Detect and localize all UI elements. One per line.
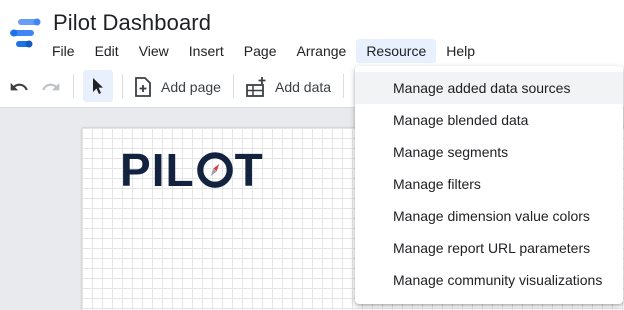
menu-page[interactable]: Page — [234, 39, 287, 63]
logo-letter: L — [165, 144, 195, 196]
select-tool-button[interactable] — [83, 70, 113, 102]
menu-option-manage-segments[interactable]: Manage segments — [355, 136, 623, 168]
add-page-label: Add page — [161, 79, 221, 95]
menu-view[interactable]: View — [129, 39, 179, 63]
menu-option-manage-dimension-colors[interactable]: Manage dimension value colors — [355, 200, 623, 232]
menu-file[interactable]: File — [42, 39, 85, 63]
menu-option-manage-url-parameters[interactable]: Manage report URL parameters — [355, 232, 623, 264]
menu-arrange[interactable]: Arrange — [287, 39, 357, 63]
menu-help[interactable]: Help — [436, 39, 485, 63]
menu-insert[interactable]: Insert — [179, 39, 234, 63]
add-data-button[interactable]: Add data — [245, 74, 331, 100]
resource-menu-dropdown: Manage added data sources Manage blended… — [355, 66, 623, 304]
add-page-icon — [135, 77, 151, 97]
redo-button[interactable] — [38, 74, 64, 100]
redo-icon — [42, 82, 60, 91]
menu-option-manage-data-sources[interactable]: Manage added data sources — [355, 72, 623, 104]
toolbar-divider — [233, 74, 234, 98]
add-data-icon — [246, 77, 266, 97]
undo-button[interactable] — [6, 74, 32, 100]
menu-edit[interactable]: Edit — [85, 39, 129, 63]
logo-letter: T — [234, 144, 264, 196]
menu-option-manage-filters[interactable]: Manage filters — [355, 168, 623, 200]
title-bar: Pilot Dashboard File Edit View Insert Pa… — [0, 0, 624, 64]
toolbar-divider — [343, 74, 344, 98]
toolbar-divider — [122, 74, 123, 98]
report-title[interactable]: Pilot Dashboard — [53, 10, 211, 36]
datastudio-logo-icon[interactable] — [8, 18, 42, 48]
toolbar-divider — [73, 74, 74, 98]
add-page-button[interactable]: Add page — [133, 74, 221, 100]
menu-option-manage-blended-data[interactable]: Manage blended data — [355, 104, 623, 136]
menu-bar: File Edit View Insert Page Arrange Resou… — [42, 38, 485, 64]
menu-option-manage-community-viz[interactable]: Manage community visualizations — [355, 264, 623, 296]
select-cursor-icon — [93, 78, 103, 94]
menu-resource[interactable]: Resource — [356, 39, 437, 63]
undo-icon — [10, 82, 28, 91]
compass-icon — [196, 152, 233, 188]
logo-letter: I — [151, 144, 166, 196]
logo-letter: P — [120, 144, 152, 196]
add-data-label: Add data — [275, 79, 332, 95]
pilot-logo[interactable]: P I L T — [120, 147, 264, 193]
